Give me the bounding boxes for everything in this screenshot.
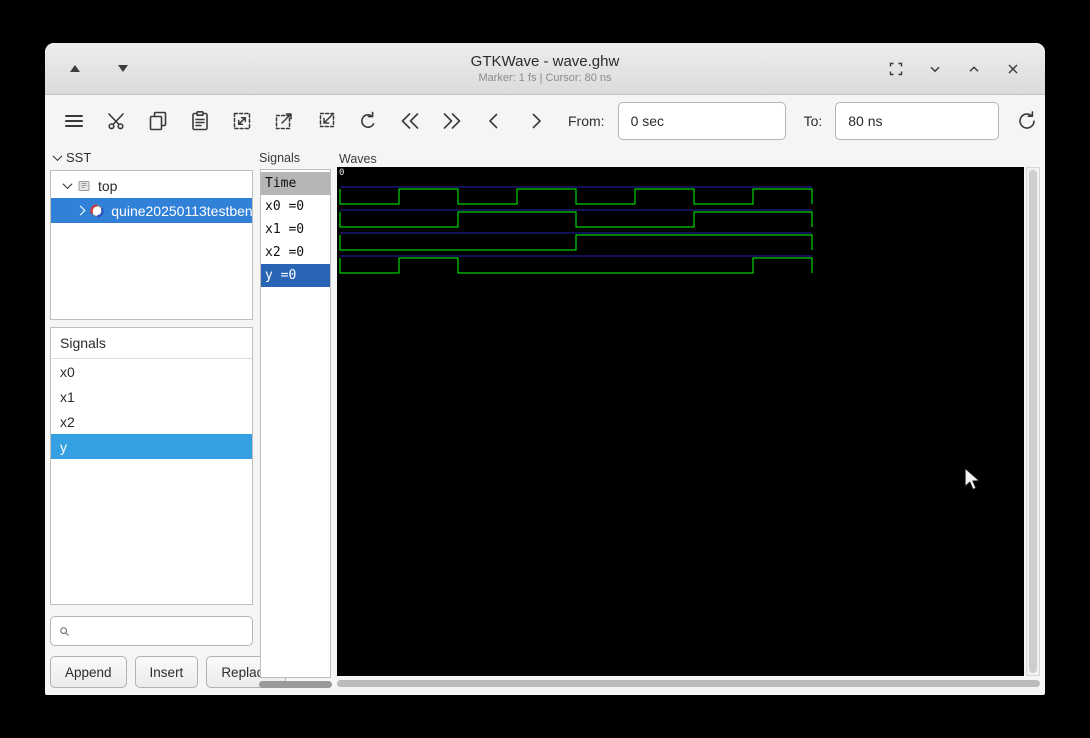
tree-item-top[interactable]: top [51,173,252,198]
zoom-fit-button[interactable] [227,107,256,136]
append-button[interactable]: Append [50,656,127,688]
tree-item-label: quine20250113testbenc [111,202,252,219]
close-icon [1008,64,1018,73]
menu-icon [64,115,83,127]
names-panel-header: Signals [259,151,300,165]
undo-button[interactable] [353,107,382,136]
window-title: GTKWave - wave.ghw [470,53,620,70]
window-subtitle: Marker: 1 fs | Cursor: 80 ns [478,72,612,84]
paste-icon [191,110,208,131]
chip-icon [77,178,92,193]
sst-header-label: SST [66,150,92,165]
chevron-right-icon[interactable] [75,205,86,216]
scrollbar-thumb[interactable] [337,680,1040,687]
chevron-down-icon[interactable] [62,179,73,190]
copy-icon [149,111,166,131]
cut-icon [107,113,124,130]
undo-icon [360,111,374,128]
scrollbar-thumb[interactable] [1029,170,1037,673]
reload-icon [1018,111,1035,129]
toolbar: From: To: [45,96,1045,146]
signals-list-items: x0 x1 x2 y [51,359,252,459]
trace-name-row[interactable]: x2 =0 [261,241,330,264]
go-to-end-button[interactable] [437,107,466,136]
zoom-in-button[interactable] [269,107,298,136]
trace-name-row[interactable]: y =0 [261,264,330,287]
mouse-cursor-icon [963,466,985,498]
go-to-start-button[interactable] [395,107,424,136]
triangle-down-icon [118,65,128,72]
waves-vertical-scrollbar[interactable] [1026,167,1040,676]
from-input[interactable] [617,102,786,140]
waves-panel-header: Waves [339,152,377,166]
copy-button[interactable] [143,107,172,136]
to-label: To: [803,113,823,129]
sst-header[interactable]: SST [52,150,92,165]
go-to-end-icon [443,113,460,129]
search-input[interactable] [76,617,252,645]
zoom-in-icon [275,113,292,130]
trace-name-row[interactable]: x0 =0 [261,195,330,218]
chevron-down-icon [930,66,940,72]
tree-item-quine20250113testbenc[interactable]: quine20250113testbenc [51,198,252,223]
go-to-start-icon [401,113,418,129]
names-panel: Time x0 =0 x1 =0 x2 =0 y =0 [260,169,331,678]
signal-list-item-x1[interactable]: x1 [51,384,252,409]
from-label: From: [568,113,605,129]
titlebar-left-controls [45,57,135,81]
previous-edge-icon [488,113,497,129]
to-input[interactable] [835,102,1000,140]
scroll-traces-down-button[interactable] [111,57,135,81]
search-icon [60,626,69,636]
zoom-fit-icon [233,112,250,130]
wave-canvas[interactable]: 0 [337,167,1024,676]
shade-button[interactable] [923,57,947,81]
gtkwave-window: GTKWave - wave.ghw Marker: 1 fs | Cursor… [45,43,1045,695]
signal-action-buttons: Append Insert Replace [50,656,286,688]
next-edge-icon [532,113,541,129]
signal-list-item-x0[interactable]: x0 [51,359,252,384]
scrollbar-thumb[interactable] [259,681,332,688]
trace-name-row[interactable]: x1 =0 [261,218,330,241]
scroll-traces-up-button[interactable] [63,57,87,81]
module-icon [90,203,105,218]
close-button[interactable] [1001,57,1025,81]
signal-list-item-y[interactable]: y [51,434,252,459]
names-rows: x0 =0 x1 =0 x2 =0 y =0 [261,195,330,287]
chevron-down-icon [52,151,63,162]
tree-item-label: top [98,177,118,194]
insert-button[interactable]: Insert [134,656,199,688]
names-horizontal-scrollbar[interactable] [259,681,332,689]
time-header-cell[interactable]: Time [261,172,330,195]
previous-edge-button[interactable] [479,107,508,136]
waves-horizontal-scrollbar[interactable] [337,680,1040,688]
chevron-up-icon [969,65,979,72]
cut-button[interactable] [101,107,130,136]
sst-tree: top quine20250113testbenc [50,170,253,320]
next-edge-button[interactable] [521,107,550,136]
zoom-out-button[interactable] [311,107,340,136]
wave-svg [339,186,813,274]
triangle-up-icon [70,65,80,72]
signals-list-header: Signals [51,328,252,359]
paste-button[interactable] [185,107,214,136]
search-box [50,616,253,646]
maximize-button[interactable] [962,57,986,81]
restore-button[interactable] [884,57,908,81]
signal-list-item-x2[interactable]: x2 [51,409,252,434]
window-controls [884,57,1045,81]
reload-button[interactable] [1012,107,1041,136]
time-origin-label: 0 [339,168,345,178]
restore-icon [889,62,903,75]
zoom-out-icon [319,112,334,128]
signals-list-panel: Signals x0 x1 x2 y [50,327,253,605]
menu-button[interactable] [59,107,88,136]
titlebar: GTKWave - wave.ghw Marker: 1 fs | Cursor… [45,43,1045,95]
